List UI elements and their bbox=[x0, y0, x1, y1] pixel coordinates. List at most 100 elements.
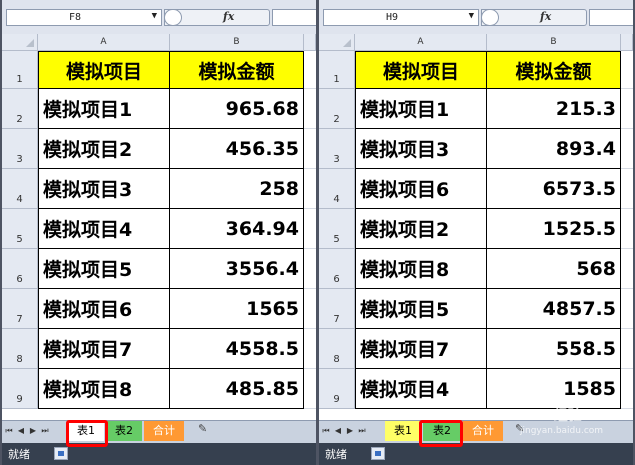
row-header[interactable]: 7 bbox=[319, 289, 355, 329]
cell-grid: 1 模拟项目 模拟金额 2 模拟项目1 965.68 3 模拟项目2 456.3… bbox=[2, 51, 316, 412]
amount-cell[interactable]: 558.5 bbox=[487, 329, 621, 369]
table-row: 7 模拟项目6 1565 bbox=[2, 289, 316, 329]
macro-record-icon[interactable] bbox=[371, 447, 385, 460]
sheet-tab-1[interactable]: 表1 bbox=[385, 421, 421, 441]
select-all-corner[interactable] bbox=[319, 34, 355, 51]
next-sheet-icon[interactable]: ▶ bbox=[28, 426, 38, 435]
amount-cell[interactable]: 1565 bbox=[170, 289, 304, 329]
select-all-corner[interactable] bbox=[2, 34, 38, 51]
item-cell[interactable]: 模拟项目5 bbox=[38, 249, 170, 289]
row-header[interactable]: 7 bbox=[2, 289, 38, 329]
item-cell[interactable]: 模拟项目2 bbox=[38, 129, 170, 169]
splitter-handle[interactable] bbox=[164, 9, 182, 26]
amount-cell[interactable]: 215.3 bbox=[487, 89, 621, 129]
column-header-b[interactable]: B bbox=[170, 34, 304, 51]
header-cell-item[interactable]: 模拟项目 bbox=[38, 51, 170, 89]
item-cell[interactable]: 模拟项目7 bbox=[355, 329, 487, 369]
row-header[interactable]: 6 bbox=[319, 249, 355, 289]
amount-cell[interactable]: 3556.4 bbox=[170, 249, 304, 289]
formula-input[interactable] bbox=[272, 9, 316, 26]
item-cell[interactable]: 模拟项目3 bbox=[38, 169, 170, 209]
sheet-tab-2[interactable]: 表2 bbox=[423, 421, 461, 441]
table-row: 6 模拟项目8 568 bbox=[319, 249, 633, 289]
first-sheet-icon[interactable]: ⏮ bbox=[4, 426, 14, 436]
header-cell-amount[interactable]: 模拟金额 bbox=[487, 51, 621, 89]
formula-input[interactable] bbox=[589, 9, 633, 26]
next-sheet-icon[interactable]: ▶ bbox=[345, 426, 355, 435]
insert-sheet-icon[interactable]: ✎ bbox=[198, 422, 207, 435]
row-header[interactable]: 2 bbox=[319, 89, 355, 129]
name-box[interactable]: H9 ▼ bbox=[323, 9, 479, 26]
row-header[interactable]: 2 bbox=[2, 89, 38, 129]
amount-cell[interactable]: 6573.5 bbox=[487, 169, 621, 209]
item-cell[interactable]: 模拟项目1 bbox=[355, 89, 487, 129]
row-header[interactable]: 9 bbox=[2, 369, 38, 409]
first-sheet-icon[interactable]: ⏮ bbox=[321, 426, 331, 436]
name-box[interactable]: F8 ▼ bbox=[6, 9, 162, 26]
sheet-tab-total[interactable]: 合计 bbox=[144, 421, 184, 441]
amount-cell[interactable]: 4857.5 bbox=[487, 289, 621, 329]
row-header[interactable]: 1 bbox=[2, 51, 38, 89]
item-cell[interactable]: 模拟项目3 bbox=[355, 129, 487, 169]
name-box-value: F8 bbox=[69, 12, 82, 23]
last-sheet-icon[interactable]: ⏭ bbox=[40, 426, 50, 436]
sheet-tab-2[interactable]: 表2 bbox=[106, 421, 142, 441]
splitter-handle[interactable] bbox=[481, 9, 499, 26]
column-header-c[interactable] bbox=[304, 34, 316, 51]
row-header[interactable]: 3 bbox=[319, 129, 355, 169]
row-header[interactable]: 9 bbox=[319, 369, 355, 409]
row-header[interactable]: 6 bbox=[2, 249, 38, 289]
insert-function-icon[interactable]: fx bbox=[223, 10, 234, 23]
header-cell-item[interactable]: 模拟项目 bbox=[355, 51, 487, 89]
item-cell[interactable]: 模拟项目4 bbox=[38, 209, 170, 249]
row-header[interactable]: 1 bbox=[319, 51, 355, 89]
amount-cell[interactable]: 456.35 bbox=[170, 129, 304, 169]
header-cell-amount[interactable]: 模拟金额 bbox=[170, 51, 304, 89]
amount-cell[interactable]: 258 bbox=[170, 169, 304, 209]
column-header-c[interactable] bbox=[621, 34, 633, 51]
amount-cell[interactable]: 1585 bbox=[487, 369, 621, 409]
amount-cell[interactable]: 965.68 bbox=[170, 89, 304, 129]
row-header[interactable]: 8 bbox=[2, 329, 38, 369]
chevron-down-icon[interactable]: ▼ bbox=[469, 11, 474, 21]
status-bar: 就绪 bbox=[2, 443, 316, 465]
row-header[interactable]: 4 bbox=[319, 169, 355, 209]
row-header[interactable]: 5 bbox=[2, 209, 38, 249]
column-header-b[interactable]: B bbox=[487, 34, 621, 51]
item-cell[interactable]: 模拟项目1 bbox=[38, 89, 170, 129]
amount-cell[interactable]: 1525.5 bbox=[487, 209, 621, 249]
item-cell[interactable]: 模拟项目4 bbox=[355, 369, 487, 409]
row-header[interactable]: 8 bbox=[319, 329, 355, 369]
item-cell[interactable]: 模拟项目2 bbox=[355, 209, 487, 249]
item-cell[interactable]: 模拟项目5 bbox=[355, 289, 487, 329]
row-header[interactable]: 5 bbox=[319, 209, 355, 249]
last-sheet-icon[interactable]: ⏭ bbox=[357, 426, 367, 436]
item-cell[interactable]: 模拟项目7 bbox=[38, 329, 170, 369]
table-row: 5 模拟项目4 364.94 bbox=[2, 209, 316, 249]
macro-record-icon[interactable] bbox=[54, 447, 68, 460]
column-header-a[interactable]: A bbox=[355, 34, 487, 51]
prev-sheet-icon[interactable]: ◀ bbox=[16, 426, 26, 435]
item-cell[interactable]: 模拟项目6 bbox=[355, 169, 487, 209]
sheet-tab-1[interactable]: 表1 bbox=[68, 421, 104, 441]
amount-cell[interactable]: 364.94 bbox=[170, 209, 304, 249]
item-cell[interactable]: 模拟项目8 bbox=[38, 369, 170, 409]
name-box-value: H9 bbox=[386, 12, 399, 23]
prev-sheet-icon[interactable]: ◀ bbox=[333, 426, 343, 435]
amount-cell[interactable]: 568 bbox=[487, 249, 621, 289]
sheet-tab-total[interactable]: 合计 bbox=[463, 421, 503, 441]
chevron-down-icon[interactable]: ▼ bbox=[152, 11, 157, 21]
insert-function-icon[interactable]: fx bbox=[540, 10, 551, 23]
table-row: 9 模拟项目4 1585 bbox=[319, 369, 633, 409]
table-row: 7 模拟项目5 4857.5 bbox=[319, 289, 633, 329]
row-header[interactable]: 4 bbox=[2, 169, 38, 209]
amount-cell[interactable]: 4558.5 bbox=[170, 329, 304, 369]
amount-cell[interactable]: 485.85 bbox=[170, 369, 304, 409]
item-cell[interactable]: 模拟项目8 bbox=[355, 249, 487, 289]
row-header[interactable]: 3 bbox=[2, 129, 38, 169]
status-text: 就绪 bbox=[325, 448, 347, 461]
item-cell[interactable]: 模拟项目6 bbox=[38, 289, 170, 329]
amount-cell[interactable]: 893.4 bbox=[487, 129, 621, 169]
function-area: fx bbox=[481, 9, 587, 26]
column-header-a[interactable]: A bbox=[38, 34, 170, 51]
